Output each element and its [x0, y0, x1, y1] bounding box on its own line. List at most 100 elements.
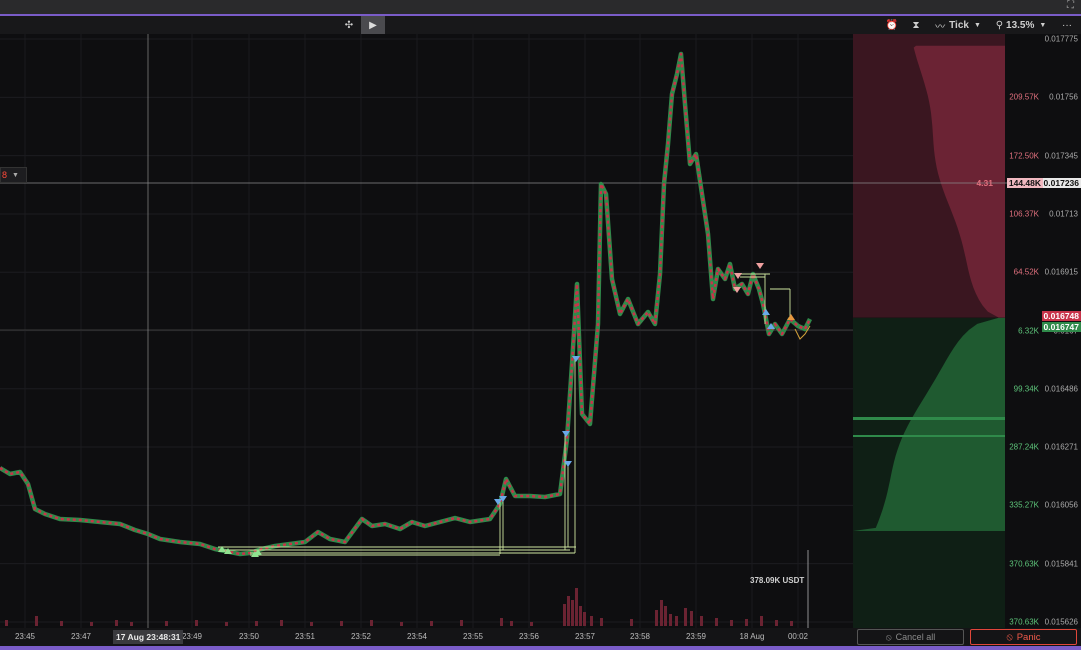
- volume-bar: [165, 621, 168, 626]
- hourglass-icon[interactable]: ⧗: [908, 16, 924, 34]
- more-menu-button[interactable]: ···: [1058, 16, 1076, 34]
- timeframe-dropdown[interactable]: 〰 Tick ▼: [932, 16, 984, 34]
- time-axis-label: 23:47: [70, 632, 92, 641]
- volume-bar: [590, 616, 593, 626]
- volume-bar: [583, 612, 586, 626]
- best-bid-tag: 0.016747: [1041, 321, 1081, 332]
- depth-volume-label: 172.50K: [1009, 151, 1039, 161]
- window-title-bar: ⛶: [0, 0, 1081, 16]
- time-cursor-label: 17 Aug 23:48:31: [113, 630, 184, 644]
- volume-bar: [510, 621, 513, 626]
- volume-bar: [430, 621, 433, 626]
- depth-volume-label: 287.24K: [1009, 442, 1039, 452]
- volume-bar: [575, 588, 578, 626]
- sell-order-marker: [756, 263, 764, 269]
- time-axis-label: 23:45: [14, 632, 36, 641]
- volume-bar: [90, 622, 93, 626]
- volume-bar: [130, 622, 133, 626]
- bid-wall-bar: [853, 417, 1005, 420]
- more-icon: ···: [1062, 19, 1072, 31]
- volume-bar: [310, 622, 313, 626]
- left-chip[interactable]: 8 ▼: [0, 167, 27, 183]
- time-axis-label: 23:57: [574, 632, 596, 641]
- price-axis-label: 0.015841: [1044, 559, 1078, 569]
- cancel-all-button[interactable]: ⦸ Cancel all: [857, 629, 964, 645]
- volume-bar: [775, 620, 778, 626]
- cancel-all-label: Cancel all: [895, 632, 936, 642]
- chart-toolbar: ✣ ▶ ⏰ ⧗ 〰 Tick ▼ ⚲ 13.5% ▼ ···: [0, 16, 1081, 34]
- depth-volume-label: 209.57K: [1009, 92, 1039, 102]
- crosshair-tool-icon[interactable]: ✣: [340, 16, 358, 34]
- time-axis-label: 23:54: [406, 632, 428, 641]
- volume-bar: [684, 608, 687, 626]
- zoom-dropdown[interactable]: ⚲ 13.5% ▼: [992, 16, 1050, 34]
- depth-volume-label: 64.52K: [1013, 267, 1039, 277]
- timeframe-label: Tick: [949, 19, 969, 31]
- time-axis-label: 23:58: [629, 632, 651, 641]
- price-axis-label: 0.016056: [1044, 500, 1078, 510]
- left-chip-value: 8: [2, 170, 8, 180]
- time-axis-label: 00:02: [787, 632, 809, 641]
- alarm-icon[interactable]: ⏰: [884, 16, 900, 34]
- panic-label: Panic: [1016, 631, 1041, 643]
- volume-bar: [60, 621, 63, 626]
- zoom-label: 13.5%: [1006, 19, 1035, 31]
- volume-bar: [669, 614, 672, 626]
- volume-bar: [790, 621, 793, 626]
- time-axis-label: 23:59: [685, 632, 707, 641]
- time-axis-label: 23:52: [350, 632, 372, 641]
- price-axis-label: 0.016271: [1044, 442, 1078, 452]
- volume-bar: [35, 616, 38, 626]
- cancel-icon: ⦸: [885, 631, 892, 642]
- volume-bar: [675, 616, 678, 626]
- volume-bar: [730, 620, 733, 626]
- time-axis-label: 23:56: [518, 632, 540, 641]
- volume-bar: [195, 620, 198, 626]
- price-chart[interactable]: 8 ▼ 378.09K USDT: [0, 34, 853, 628]
- time-axis-label: 23:51: [294, 632, 316, 641]
- depth-volume-label: 370.63K: [1009, 617, 1039, 627]
- volume-bar: [115, 620, 118, 626]
- price-axis-label: 0.015626: [1044, 617, 1078, 627]
- volume-bar: [255, 621, 258, 626]
- price-axis-label: 0.01756: [1049, 92, 1078, 102]
- price-axis-label: 0.017775: [1044, 34, 1078, 44]
- price-series-body: [0, 51, 813, 557]
- volume-bar: [700, 616, 703, 626]
- volume-bar: [579, 606, 582, 626]
- volume-bar: [660, 600, 663, 626]
- panic-icon: ⦸: [1006, 631, 1013, 643]
- depth-volume-label: 370.63K: [1009, 559, 1039, 569]
- fullscreen-icon[interactable]: ⛶: [1067, 1, 1077, 11]
- order-book-panel[interactable]: 0.017775 0.01756 0.017345 0.01713 0.016915 0.…: [853, 34, 1081, 628]
- volume-bar: [630, 619, 633, 626]
- chevron-down-icon: ▼: [12, 171, 19, 179]
- play-button[interactable]: ▶: [361, 16, 385, 34]
- volume-bar: [690, 611, 693, 626]
- chevron-down-icon: ▼: [1039, 21, 1047, 29]
- candlestick-chart: [0, 34, 853, 628]
- volume-bar: [664, 606, 667, 626]
- depth-volume-label: 99.34K: [1013, 384, 1039, 394]
- sell-order-marker: [734, 273, 742, 279]
- volume-bar: [370, 620, 373, 626]
- price-axis-label: 0.017345: [1044, 151, 1078, 161]
- volume-bar: [5, 620, 8, 626]
- volume-bar: [745, 619, 748, 626]
- play-icon: ▶: [369, 19, 377, 31]
- panic-button[interactable]: ⦸ Panic: [970, 629, 1077, 645]
- volume-bar: [500, 618, 503, 626]
- crosshair-volume-tag: 144.48K: [1006, 178, 1043, 188]
- best-ask-tag: 0.016748: [1041, 310, 1081, 321]
- volume-bar: [280, 620, 283, 626]
- volume-bar: [760, 616, 763, 626]
- tick-chart-icon: 〰: [935, 21, 946, 33]
- search-icon: ⚲: [995, 19, 1004, 31]
- depth-volume-label: 106.37K: [1009, 209, 1039, 219]
- time-axis-label: 23:50: [238, 632, 260, 641]
- volume-bar: [340, 621, 343, 626]
- buy-order-marker: [787, 314, 795, 320]
- bid-wall-bar: [853, 435, 1005, 437]
- volume-bar: [400, 622, 403, 626]
- price-axis-label: 0.016486: [1044, 384, 1078, 394]
